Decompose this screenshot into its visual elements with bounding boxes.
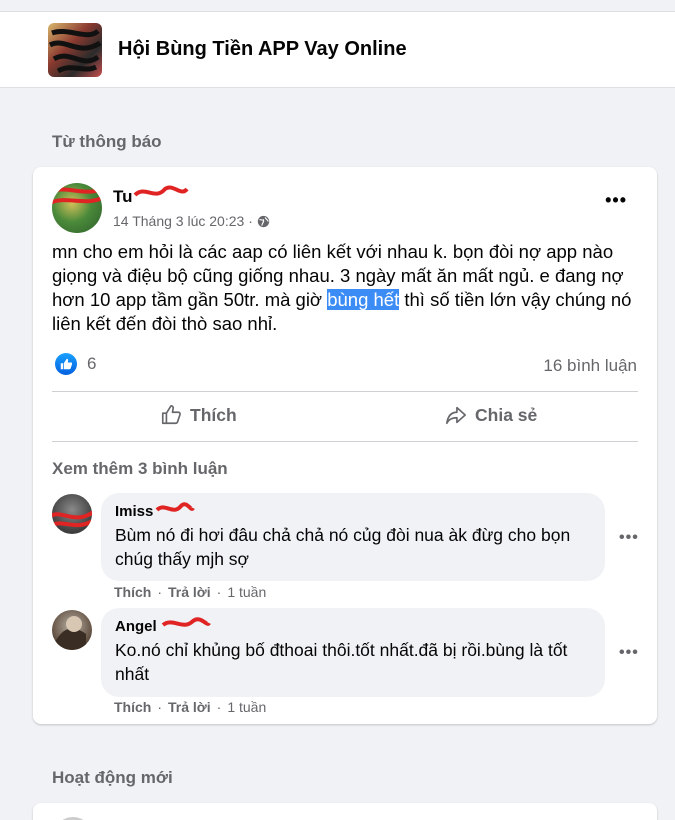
section-title-recent: Hoạt động mới: [52, 768, 173, 787]
group-name[interactable]: Hội Bùng Tiền APP Vay Online: [118, 38, 407, 61]
globe-icon: [257, 215, 270, 227]
separator: ·: [157, 584, 163, 600]
redaction-scribble: [48, 28, 102, 73]
like-label: Thích: [190, 404, 237, 425]
comment-more-icon[interactable]: •••: [619, 644, 639, 662]
post-text-highlight: bùng hết: [327, 289, 400, 310]
post-meta: 14 Tháng 3 lúc 20:23 ·: [113, 213, 270, 229]
post-timestamp[interactable]: 14 Tháng 3 lúc 20:23: [113, 213, 244, 229]
commenter-avatar[interactable]: [52, 610, 92, 650]
redaction-scribble: [155, 502, 195, 512]
separator: ·: [216, 584, 222, 600]
comment-time[interactable]: 1 tuần: [227, 699, 266, 715]
author-name[interactable]: Tu: [113, 187, 133, 206]
share-icon: [446, 406, 466, 425]
commenter-name[interactable]: Imiss: [115, 502, 195, 520]
comment-like-button[interactable]: Thích: [114, 699, 151, 715]
divider: [52, 391, 638, 392]
post-more-icon[interactable]: •••: [605, 191, 627, 209]
commenter-name-text[interactable]: Imiss: [115, 503, 153, 520]
comment-time[interactable]: 1 tuần: [227, 584, 266, 600]
post-author[interactable]: Tu: [113, 185, 189, 207]
next-post-card: [33, 803, 657, 820]
group-avatar[interactable]: [48, 22, 102, 77]
like-reaction-icon: [55, 353, 77, 375]
divider: [52, 441, 638, 442]
top-bar: [0, 0, 675, 12]
redaction-scribble: [52, 510, 92, 528]
see-more-comments[interactable]: Xem thêm 3 bình luận: [52, 459, 228, 479]
share-button[interactable]: Chia sẻ: [445, 404, 537, 426]
reaction-summary[interactable]: 6: [55, 353, 96, 375]
commenter-name-text[interactable]: Angel: [115, 618, 157, 635]
post-card: Tu 14 Tháng 3 lúc 20:23 · ••• mn cho em …: [33, 167, 657, 724]
commenter-avatar[interactable]: [52, 494, 92, 534]
thumbs-up-icon: [161, 405, 181, 425]
redaction-scribble: [161, 617, 211, 627]
comment-text: Ko.nó chỉ khủng bố đthoai thôi.tốt nhất.…: [115, 640, 568, 684]
comment-count[interactable]: 16 bình luận: [543, 356, 637, 376]
redaction-scribble: [133, 185, 189, 197]
comment-actions: Thích · Trả lời · 1 tuần: [114, 584, 266, 600]
comment-bubble: Angel Ko.nó chỉ khủng bố đthoai thôi.tốt…: [101, 608, 605, 697]
post-body: mn cho em hỏi là các aap có liên kết với…: [52, 240, 642, 336]
like-button[interactable]: Thích: [160, 404, 237, 426]
comment-reply-button[interactable]: Trả lời: [168, 699, 211, 715]
separator: ·: [216, 699, 222, 715]
comment-actions: Thích · Trả lời · 1 tuần: [114, 699, 266, 715]
separator: ·: [157, 699, 163, 715]
author-avatar[interactable]: [52, 183, 102, 233]
comment-like-button[interactable]: Thích: [114, 584, 151, 600]
comment-more-icon[interactable]: •••: [619, 529, 639, 547]
comment-reply-button[interactable]: Trả lời: [168, 584, 211, 600]
commenter-name[interactable]: Angel: [115, 617, 211, 635]
group-header: Hội Bùng Tiền APP Vay Online: [0, 12, 675, 88]
comment-bubble: Imiss Bùm nó đi hơi đâu chả chả nó củg đ…: [101, 493, 605, 581]
share-label: Chia sẻ: [475, 404, 538, 425]
avatar-photo: [54, 616, 86, 650]
section-title-notification: Từ thông báo: [52, 132, 162, 151]
reaction-count: 6: [87, 354, 97, 373]
meta-separator: ·: [248, 213, 253, 229]
redaction-scribble: [52, 186, 102, 205]
comment-text: Bùm nó đi hơi đâu chả chả nó củg đòi nua…: [115, 525, 571, 569]
